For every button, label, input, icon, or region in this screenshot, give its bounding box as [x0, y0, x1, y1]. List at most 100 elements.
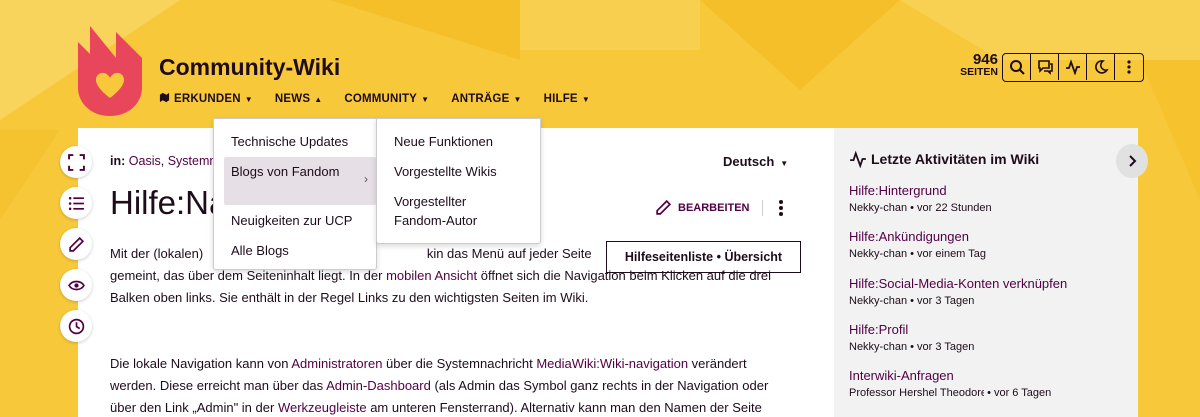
breadcrumb: in: Oasis, Systemn — [110, 154, 216, 168]
more-vertical-icon — [1127, 60, 1131, 74]
edit-label: BEARBEITEN — [678, 201, 750, 214]
watch-button[interactable] — [60, 269, 92, 301]
breadcrumb-separator: , — [160, 154, 165, 168]
activity-meta: Nekky-chan • vor 3 Tagen — [849, 295, 1129, 308]
divider — [762, 200, 763, 216]
news-dropdown-menu: Technische Updates Blogs von Fandom › Ne… — [213, 118, 377, 270]
recent-changes-button[interactable] — [1059, 54, 1087, 80]
nav-item-community[interactable]: COMMUNITY ▼ — [344, 92, 429, 106]
nav-item-label: ANTRÄGE — [451, 93, 510, 105]
pages-count-label: SEITEN — [960, 66, 998, 78]
activity-time: • vor 3 Tagen — [910, 295, 975, 307]
link-mobile-view[interactable]: mobilen Ansicht — [386, 268, 477, 283]
breadcrumb-link-oasis[interactable]: Oasis — [129, 154, 161, 168]
dot — [779, 206, 783, 210]
collapse-rail-button[interactable] — [1116, 144, 1148, 178]
activity-title-link[interactable]: Hilfe:Ankündigungen — [849, 229, 1129, 245]
nav-item-label: NEWS — [274, 93, 311, 105]
list-icon — [68, 196, 84, 210]
fandom-logo[interactable] — [76, 24, 144, 118]
search-button[interactable] — [1003, 54, 1031, 80]
link-toolbar[interactable]: Werkzeugleiste — [278, 400, 367, 415]
dropdown-item-technical-updates[interactable]: Technische Updates — [214, 132, 378, 151]
eye-icon — [67, 280, 85, 290]
paragraph-text: kin das Menü auf jeder Seite — [426, 246, 592, 261]
nav-item-label: HILFE — [543, 93, 578, 105]
explore-icon — [159, 92, 170, 106]
rail-title: Letzte Aktivitäten im Wiki — [871, 151, 1040, 167]
dot — [779, 200, 783, 204]
breadcrumb-prefix: in: — [110, 154, 126, 168]
expand-icon — [67, 153, 85, 171]
nav-item-label: ERKUNDEN — [174, 93, 241, 105]
activity-time: • vor 22 Stunden — [910, 202, 992, 214]
dropdown-item-all-blogs[interactable]: Alle Blogs — [214, 241, 378, 260]
activity-author[interactable]: Nekky-chan — [849, 295, 907, 308]
nav-item-label: COMMUNITY — [344, 93, 418, 105]
paragraph-2: Die lokale Navigation kann von Administr… — [110, 353, 790, 417]
edit-button[interactable]: BEARBEITEN — [655, 199, 750, 216]
page-side-tools — [60, 146, 92, 342]
link-admin-dashboard[interactable]: Admin-Dashboard — [326, 378, 431, 393]
activity-author[interactable]: Nekky-chan — [849, 341, 907, 354]
activity-meta: Nekky-chan • vor 22 Stunden — [849, 202, 1129, 215]
recent-activity-header: Letzte Aktivitäten im Wiki — [849, 150, 1039, 168]
activity-item: Hilfe:Profil Nekky-chan • vor 3 Tagen — [849, 322, 1129, 354]
dropdown-item-label: Blogs von Fandom — [231, 164, 340, 179]
dropdown-item-fandom-blogs[interactable]: Blogs von Fandom › — [224, 157, 376, 205]
chevron-down-icon: ▼ — [244, 94, 253, 104]
activity-meta: Professor Hershel Theodore • vor 6 Tagen — [849, 387, 1129, 400]
activity-author[interactable]: Professor Hershel Theodore — [849, 387, 984, 400]
nav-item-hilfe[interactable]: HILFE ▼ — [544, 92, 590, 106]
breadcrumb-link-system[interactable]: Systemn — [168, 154, 217, 168]
local-navigation: ERKUNDEN ▼ NEWS ▲ COMMUNITY ▼ ANTRÄGE ▼ … — [159, 92, 612, 106]
nav-item-erkunden[interactable]: ERKUNDEN ▼ — [159, 92, 253, 106]
link-administrators[interactable]: Administratoren — [291, 356, 382, 371]
activity-item: Hilfe:Ankündigungen Nekky-chan • vor ein… — [849, 229, 1129, 261]
activity-item: Interwiki-Anfragen Professor Hershel The… — [849, 368, 1129, 400]
discussions-button[interactable] — [1031, 54, 1059, 80]
pencil-icon — [656, 199, 672, 215]
paragraph-text: über die Systemnachricht — [382, 356, 537, 371]
link-wiki-navigation[interactable]: MediaWiki:Wiki-navigation — [536, 356, 688, 371]
paragraph-text: am unteren Fensterrand). Alternativ kann… — [366, 400, 762, 415]
nav-item-news[interactable]: NEWS ▲ — [275, 92, 322, 106]
activity-title-link[interactable]: Hilfe:Profil — [849, 322, 1129, 338]
paragraph-1: gemeint, das über dem Seiteninhalt liegt… — [110, 265, 790, 309]
discussions-icon — [1037, 60, 1053, 75]
pages-count-number: 946 — [972, 51, 998, 68]
chevron-down-icon: ▼ — [421, 94, 430, 104]
side-edit-button[interactable] — [60, 228, 92, 260]
wiki-tools — [1002, 53, 1144, 82]
table-of-contents-button[interactable] — [60, 187, 92, 219]
page-actions-button[interactable] — [774, 198, 788, 218]
chevron-down-icon: ▼ — [581, 94, 590, 104]
more-tools-button[interactable] — [1115, 54, 1143, 80]
activity-title-link[interactable]: Hilfe:Social-Media-Konten verknüpfen — [849, 276, 1129, 292]
pages-count: 946 SEITEN — [950, 51, 998, 79]
paragraph-text: Mit der (lokalen) — [110, 246, 207, 261]
dark-mode-button[interactable] — [1087, 54, 1115, 80]
chevron-right-icon: › — [364, 172, 368, 186]
activity-author[interactable]: Nekky-chan — [849, 202, 907, 215]
chevron-right-icon — [1129, 155, 1137, 167]
activity-title-link[interactable]: Interwiki-Anfragen — [849, 368, 1129, 384]
history-button[interactable] — [60, 310, 92, 342]
submenu-item-featured-wikis[interactable]: Vorgestellte Wikis — [394, 162, 534, 181]
chevron-up-icon: ▲ — [314, 94, 323, 104]
activity-item: Hilfe:Hintergrund Nekky-chan • vor 22 St… — [849, 183, 1129, 215]
submenu-item-new-features[interactable]: Neue Funktionen — [394, 132, 534, 151]
dot — [779, 212, 783, 216]
nav-item-antraege[interactable]: ANTRÄGE ▼ — [451, 92, 521, 106]
wiki-title[interactable]: Community-Wiki — [159, 54, 340, 81]
activity-time: • vor einem Tag — [910, 248, 986, 260]
activity-title-link[interactable]: Hilfe:Hintergrund — [849, 183, 1129, 199]
activity-icon — [850, 150, 866, 168]
fullscreen-button[interactable] — [60, 146, 92, 178]
submenu-item-featured-author[interactable]: Vorgestellter Fandom-Autor — [394, 192, 514, 230]
activity-author[interactable]: Nekky-chan — [849, 248, 907, 261]
activity-icon — [1065, 59, 1080, 75]
language-selector[interactable]: Deutsch ▼ — [723, 154, 788, 169]
paragraph-text: gemeint, das über dem Seiteninhalt liegt… — [110, 268, 387, 283]
dropdown-item-ucp-news[interactable]: Neuigkeiten zur UCP — [214, 211, 378, 230]
